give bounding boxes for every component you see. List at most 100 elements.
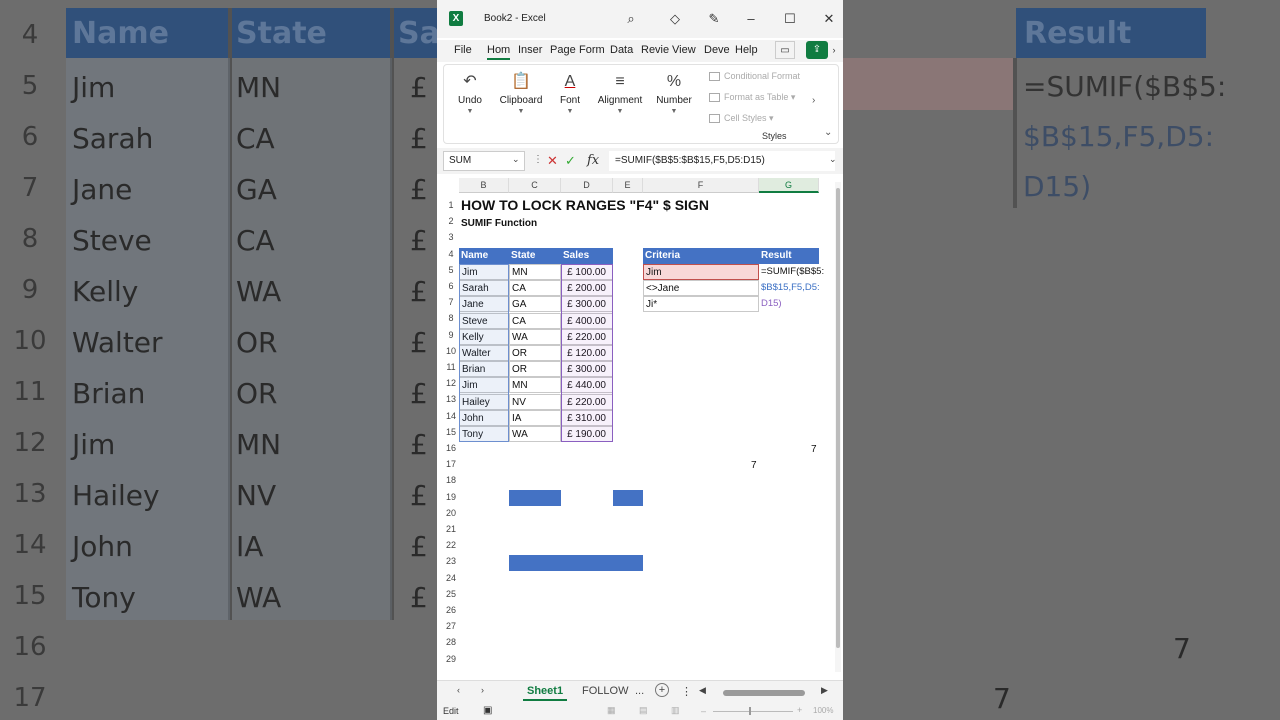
hscroll-left-icon[interactable]: ◀ (699, 685, 706, 696)
chevron-right-icon[interactable]: › (829, 41, 839, 59)
row-header[interactable]: 3 (443, 229, 459, 246)
menu-developer[interactable]: Deve (704, 44, 730, 56)
result-header[interactable]: Result (759, 248, 819, 264)
cell-state[interactable]: CA (509, 280, 561, 297)
shape-blue-3[interactable] (509, 555, 643, 571)
zoom-in-icon[interactable]: + (797, 705, 802, 715)
minimize-icon[interactable]: – (742, 10, 760, 28)
cell-state[interactable]: WA (509, 426, 561, 442)
column-header-f[interactable]: F (643, 178, 759, 193)
diamond-icon[interactable]: ◇ (666, 10, 684, 28)
more-icon[interactable]: ⋮ (533, 154, 543, 165)
tab-follow[interactable]: FOLLOW (582, 685, 628, 697)
header-state[interactable]: State (509, 248, 561, 264)
insert-function-icon[interactable]: fx (587, 153, 599, 168)
menu-data[interactable]: Data (610, 44, 633, 56)
row-header[interactable]: 29 (443, 650, 459, 667)
row-header[interactable]: 28 (443, 634, 459, 651)
cell-state[interactable]: WA (509, 328, 561, 345)
ribbon-scroll-right-icon[interactable]: › (812, 95, 815, 106)
row-header[interactable]: 2 (443, 213, 459, 230)
column-header-c[interactable]: C (509, 178, 561, 193)
sheet-title[interactable]: HOW TO LOCK RANGES "F4" $ SIGN (459, 196, 709, 214)
worksheet-grid[interactable]: B C D E F G 1 2 3 4 5 6 7 8 9 10 11 12 13 14 15 16 17 18 1… (443, 178, 831, 676)
formula-input[interactable]: =SUMIF($B$5:$B$15,F5,D5:D15) (609, 151, 835, 171)
sheet-subtitle[interactable]: SUMIF Function (459, 216, 537, 232)
cell-state[interactable]: MN (509, 264, 561, 280)
menu-view[interactable]: View (672, 44, 696, 56)
page-layout-view-icon[interactable]: ▤ (639, 705, 648, 716)
cell-state[interactable]: OR (509, 361, 561, 378)
row-header[interactable]: 18 (443, 472, 459, 489)
zoom-slider-handle[interactable] (749, 707, 751, 715)
name-box-dropdown-icon[interactable]: ⌄ (512, 154, 520, 165)
maximize-icon[interactable]: ☐ (781, 10, 799, 28)
pen-icon[interactable]: ✎ (705, 10, 723, 28)
add-sheet-icon[interactable]: + (655, 683, 669, 697)
tab-menu-icon[interactable]: ⋮ (681, 685, 692, 698)
ribbon-font[interactable]: A Font ▼ (544, 69, 596, 115)
zoom-slider[interactable] (713, 711, 793, 712)
row-header[interactable]: 11 (443, 359, 459, 376)
row-header[interactable]: 24 (443, 569, 459, 586)
column-header-b[interactable]: B (459, 178, 509, 193)
cell-state[interactable]: CA (509, 312, 561, 329)
row-header[interactable]: 12 (443, 375, 459, 392)
row-header[interactable]: 13 (443, 391, 459, 408)
criteria-header[interactable]: Criteria (643, 248, 759, 264)
criteria-cell-f7[interactable]: Ji* (643, 296, 759, 312)
criteria-cell-f5[interactable]: Jim (643, 264, 759, 280)
menu-formulas[interactable]: Form (579, 44, 605, 56)
normal-view-icon[interactable]: ▦ (607, 705, 616, 716)
scroll-thumb[interactable] (836, 188, 840, 648)
row-header[interactable]: 7 (443, 294, 459, 311)
row-header[interactable]: 17 (443, 456, 459, 473)
menu-help[interactable]: Help (735, 44, 758, 56)
comments-icon[interactable]: ▭ (775, 41, 795, 59)
row-header[interactable]: 19 (443, 488, 459, 505)
close-icon[interactable]: ✕ (820, 10, 838, 28)
ribbon-alignment[interactable]: ≡ Alignment ▼ (592, 69, 648, 115)
row-header[interactable]: 21 (443, 521, 459, 538)
expand-formula-icon[interactable]: ⌄ (829, 154, 837, 165)
row-header[interactable]: 5 (443, 261, 459, 278)
shape-blue-1[interactable] (509, 490, 561, 506)
hscroll-right-icon[interactable]: ▶ (821, 685, 828, 696)
column-header-d[interactable]: D (561, 178, 613, 193)
header-name[interactable]: Name (459, 248, 509, 264)
menu-page-layout[interactable]: Page (550, 44, 576, 56)
ribbon-number[interactable]: % Number ▼ (648, 69, 700, 115)
tab-more[interactable]: ... (635, 685, 644, 697)
tab-prev-icon[interactable]: ‹ (457, 685, 460, 695)
zoom-out-icon[interactable]: – (701, 706, 706, 716)
row-header[interactable]: 20 (443, 504, 459, 521)
tab-next-icon[interactable]: › (481, 685, 484, 695)
cell-state[interactable]: IA (509, 409, 561, 426)
search-icon[interactable]: ⌕ (622, 10, 640, 28)
menu-file[interactable]: File (454, 44, 472, 56)
row-header[interactable]: 14 (443, 407, 459, 424)
ribbon-clipboard[interactable]: 📋 Clipboard ▼ (490, 69, 552, 115)
cell-state[interactable]: OR (509, 345, 561, 361)
accessibility-icon[interactable]: ▣ (483, 705, 492, 716)
horizontal-scroll-thumb[interactable] (723, 690, 805, 696)
column-header-g[interactable]: G (759, 178, 819, 193)
stray-value-2[interactable]: 7 (749, 458, 757, 474)
conditional-format-button[interactable]: Conditional Format (709, 71, 800, 82)
row-header[interactable]: 16 (443, 440, 459, 457)
menu-home[interactable]: Hom (487, 44, 511, 60)
enter-icon[interactable]: ✓ (565, 153, 576, 169)
result-formula-line-1[interactable]: =SUMIF($B$5: (759, 264, 824, 280)
row-header[interactable]: 23 (443, 553, 459, 570)
cell-styles-button[interactable]: Cell Styles ▾ (709, 113, 774, 124)
row-header[interactable]: 27 (443, 618, 459, 635)
header-sales[interactable]: Sales (561, 248, 613, 264)
cancel-icon[interactable]: ✕ (547, 153, 558, 169)
format-as-table-button[interactable]: Format as Table ▾ (709, 92, 795, 103)
row-header[interactable]: 22 (443, 537, 459, 554)
menu-insert[interactable]: Inser (518, 44, 542, 56)
menu-review[interactable]: Revie (641, 44, 669, 56)
row-header[interactable]: 6 (443, 278, 459, 295)
zoom-level[interactable]: 100% (813, 706, 833, 715)
shape-blue-2[interactable] (613, 490, 643, 506)
